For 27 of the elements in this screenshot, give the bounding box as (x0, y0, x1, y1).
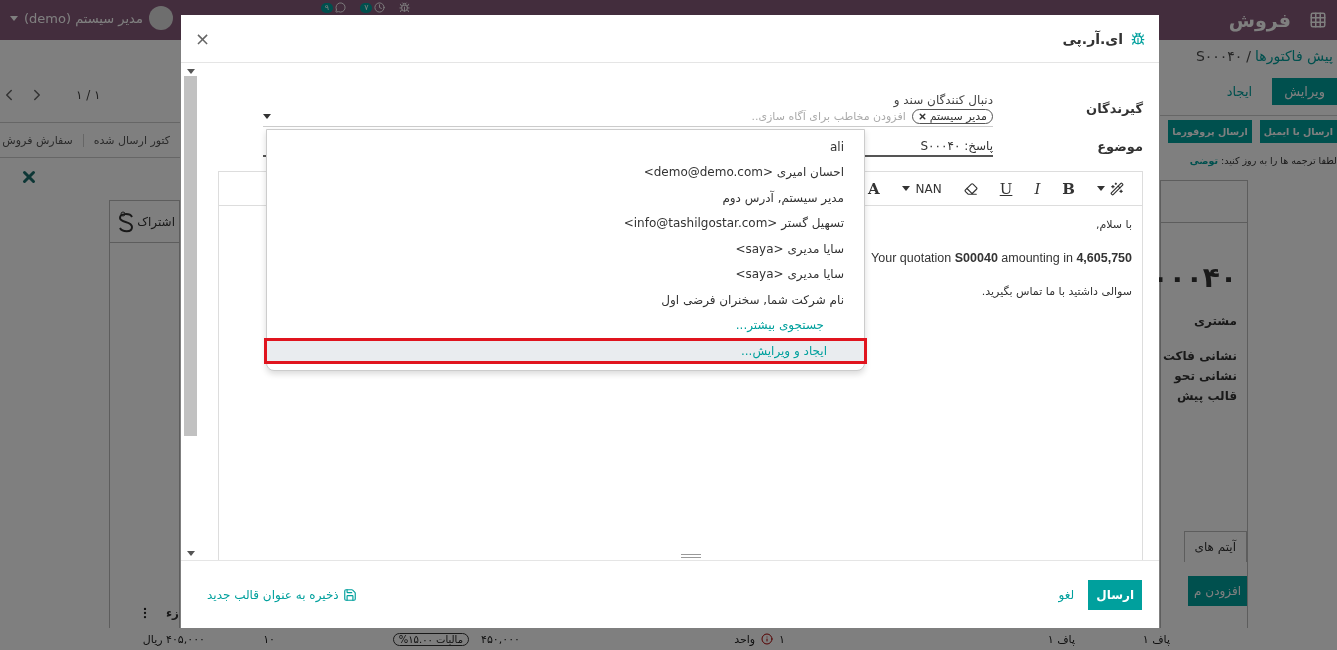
subtotal-cell-text: ۴۰۵,۰۰۰ ریال (141, 632, 205, 646)
field-label: نشانی تحو (1172, 368, 1238, 386)
description-cell-text: پاف ۱ (1046, 632, 1075, 646)
followers-note: دنبال کنندگان سند و (892, 93, 993, 107)
product-cell-text: پاف ۱ (1141, 632, 1170, 646)
body-text: Your quotation S00040 amounting in 4,605,750 (871, 251, 1132, 265)
closing-text: سوالی داشتید با ما تماس بگیرید. (981, 285, 1132, 298)
field-label: نشانی فاکت (1161, 348, 1238, 365)
message-count: ۹ (320, 2, 334, 13)
discount-cell-text: ۱۰ (262, 632, 275, 646)
field-label: قالب پیش (1175, 388, 1238, 405)
pager-text: ۱ / ۱ (76, 88, 101, 102)
field-label: گیرندگان (1085, 100, 1143, 118)
activity-count: ۷ (360, 2, 373, 13)
order-title: ۰۰۰۴۰ (1161, 260, 1238, 294)
price-cell-text: ۴۵۰,۰۰۰ (480, 632, 520, 646)
unit-cell: واحد (734, 632, 756, 646)
greeting-text: با سلام, (1096, 218, 1132, 231)
breadcrumb-current: S۰۰۰۴۰ (1195, 48, 1243, 64)
quantity-cell: ۱ (779, 632, 785, 646)
column-header: زء (165, 606, 179, 620)
breadcrumb-separator: / (1246, 48, 1252, 64)
field-label: مشتری (1193, 313, 1238, 330)
notice-text: لطفا ترجمه ها را به روز کنید: (1221, 155, 1337, 166)
dialog-title: ای.آر.پی (1062, 30, 1123, 47)
app-title: فروش (1228, 9, 1291, 31)
field-label: موضوع (1096, 138, 1143, 156)
